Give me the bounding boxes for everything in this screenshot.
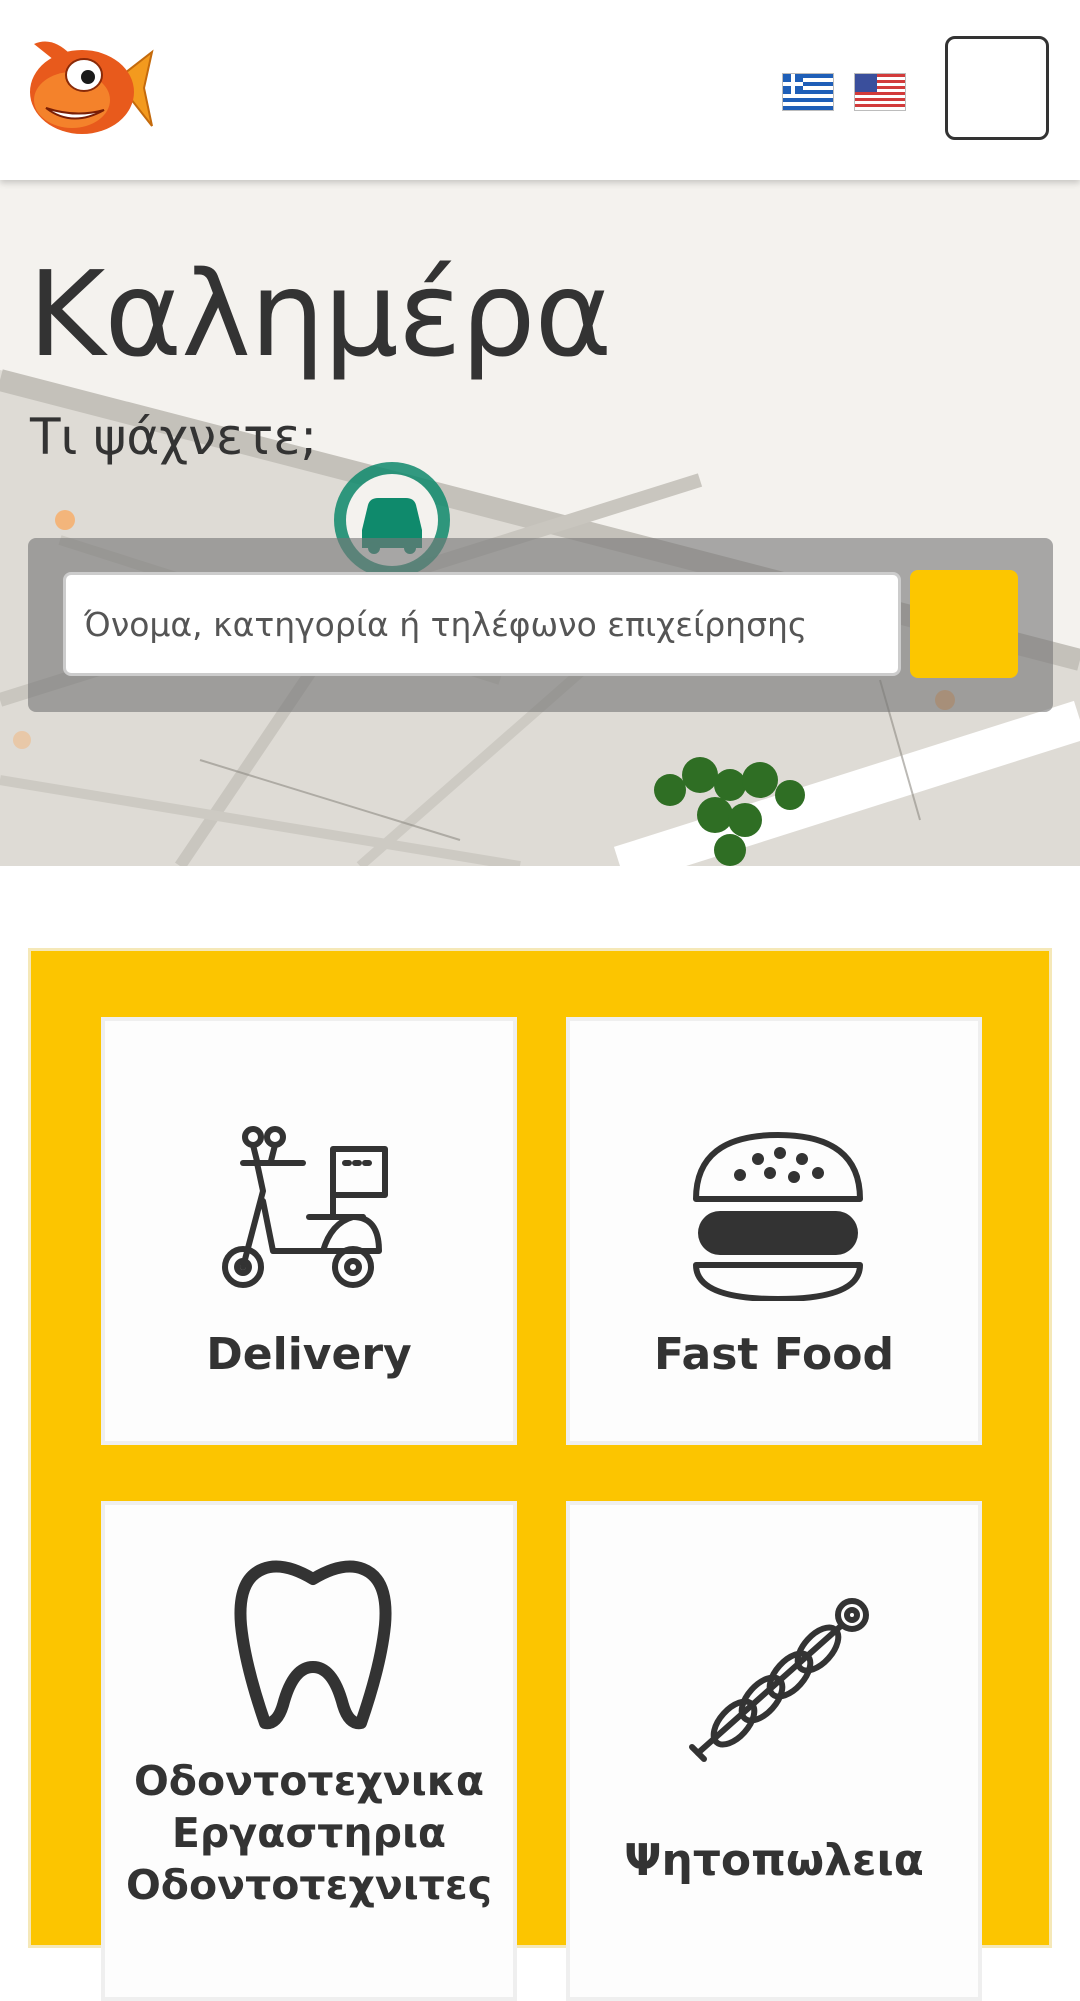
language-us-flag-icon[interactable] [854, 73, 906, 111]
category-label-line: Οδοντοτεχνιτες [125, 1861, 493, 1909]
category-card-grill[interactable]: Ψητοπωλεια [566, 1501, 982, 2001]
category-label-line: Οδοντοτεχνικα [133, 1757, 485, 1805]
category-label: Ψητοπωλεια [624, 1835, 924, 1886]
category-label: Fast Food [654, 1329, 894, 1380]
skewer-icon [689, 1598, 869, 1762]
burger-icon [693, 1132, 863, 1301]
category-card-fast-food[interactable]: Fast Food [566, 1017, 982, 1445]
scooter-icon [222, 1126, 388, 1288]
search-button[interactable] [910, 570, 1018, 678]
category-card-delivery[interactable]: Delivery [101, 1017, 517, 1445]
fish-logo-icon[interactable] [24, 30, 154, 140]
category-label: Delivery [206, 1329, 412, 1380]
category-label-line: Εργαστηρια [171, 1809, 447, 1857]
hero-section: Καλημέρα Τι ψάχνετε; [0, 180, 1080, 866]
category-label: Οδοντοτεχνικα Εργαστηρια Οδοντοτεχνιτες [105, 1755, 513, 1911]
search-panel [28, 538, 1053, 712]
tooth-icon [234, 1560, 392, 1730]
top-header [0, 0, 1080, 180]
language-greek-flag-icon[interactable] [782, 73, 834, 111]
search-input[interactable] [63, 572, 901, 676]
hero-title: Καλημέρα [28, 245, 612, 383]
menu-button[interactable] [945, 36, 1049, 140]
hero-subtitle: Τι ψάχνετε; [30, 408, 318, 466]
categories-panel: Delivery Fast Food Οδοντοτεχνικα Εργαστη… [28, 948, 1052, 2001]
category-card-dental[interactable]: Οδοντοτεχνικα Εργαστηρια Οδοντοτεχνιτες [101, 1501, 517, 2001]
